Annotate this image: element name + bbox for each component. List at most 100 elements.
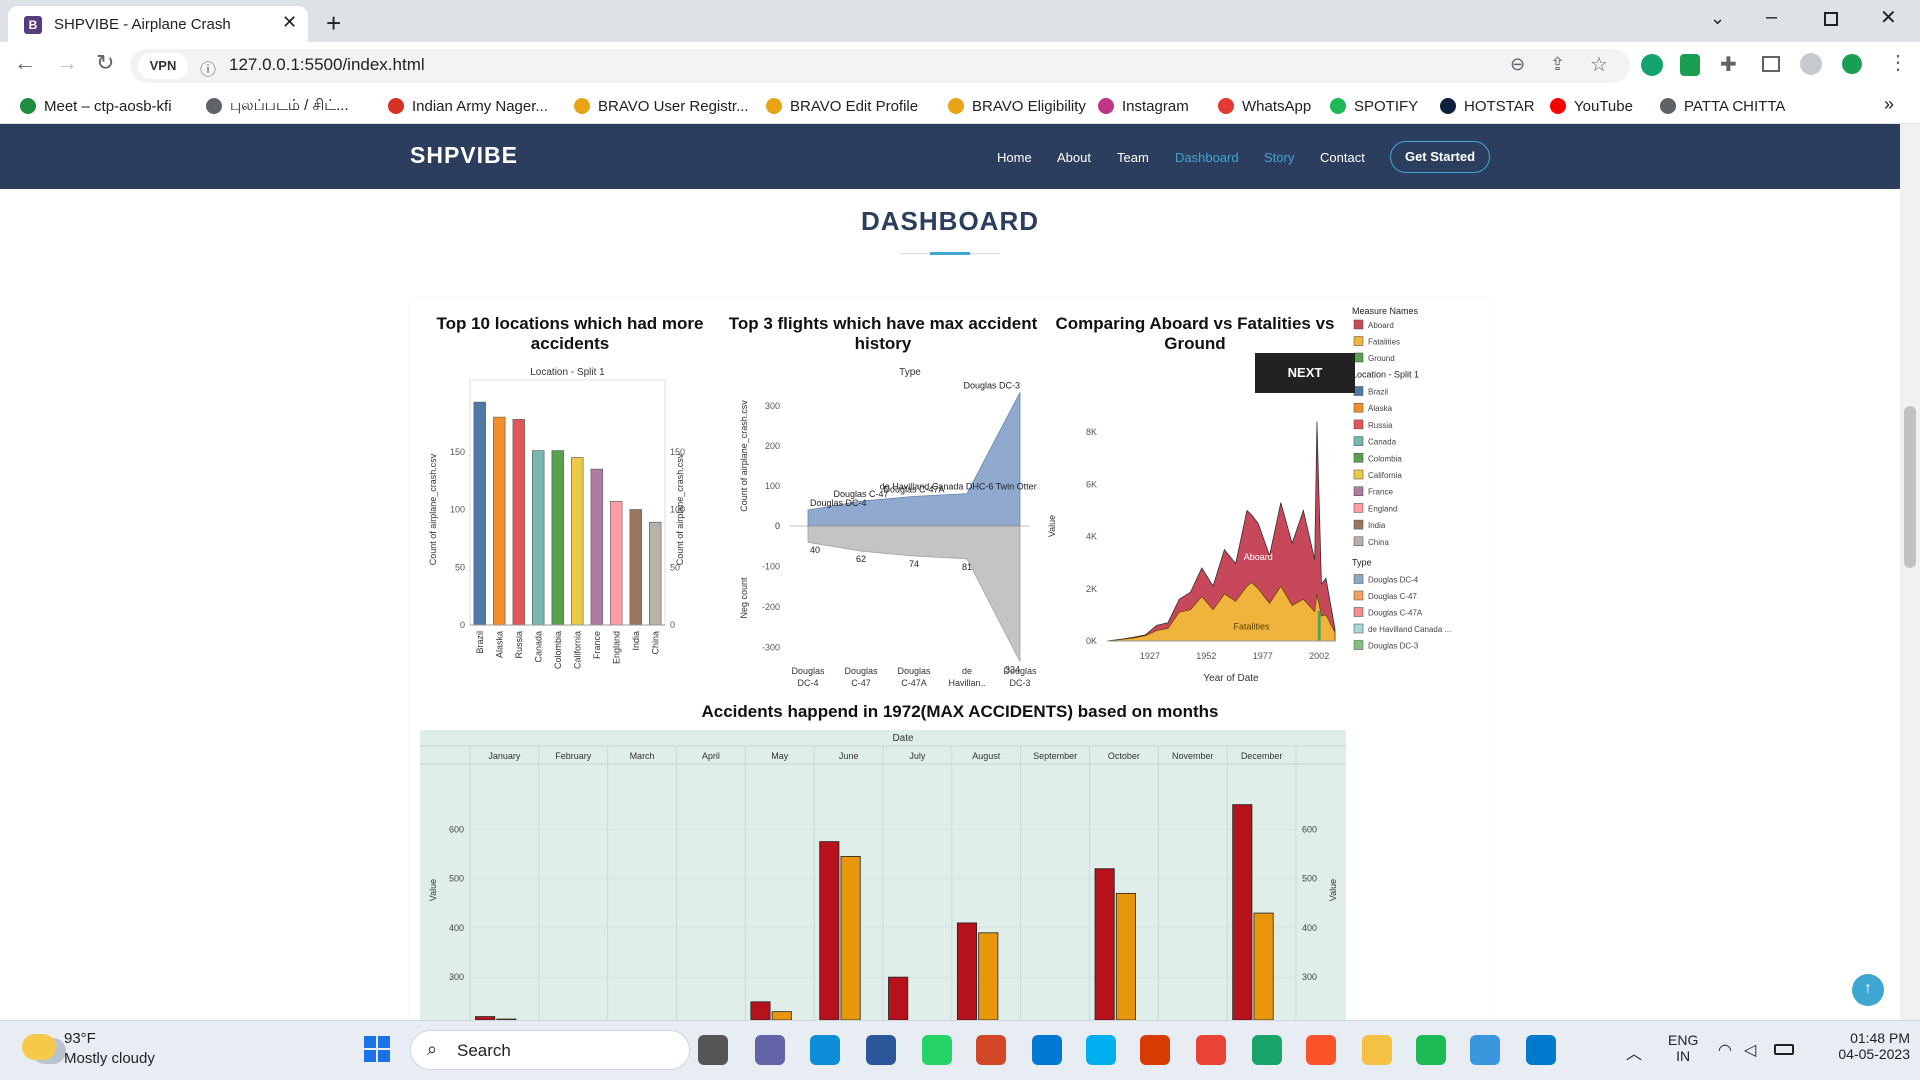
chart-1972-months[interactable]: DateValueValue00100100200200300300400400… — [420, 730, 1346, 1020]
nav-link-story[interactable]: Story — [1264, 150, 1294, 165]
wifi-icon[interactable]: ◠ — [1718, 1040, 1732, 1060]
bookmark-item[interactable]: Indian Army Nager... — [388, 96, 548, 116]
new-tab-icon[interactable]: + — [326, 8, 341, 39]
chart3-ytick-label: 6K — [1086, 479, 1097, 489]
chart1-category-label: California — [572, 631, 582, 669]
chart4-ytick-label-right: 400 — [1302, 923, 1317, 933]
legend-location-item: California — [1368, 471, 1402, 480]
chart-top-flights[interactable]: Type Count of airplane_crash.csv Neg count… — [730, 366, 1040, 686]
word-icon[interactable] — [866, 1035, 896, 1065]
nav-link-team[interactable]: Team — [1117, 150, 1149, 165]
legend-swatch — [1353, 519, 1364, 530]
legend-swatch — [1353, 640, 1364, 650]
teams-icon[interactable] — [755, 1035, 785, 1065]
tray-chevron-icon[interactable]: ︿ — [1626, 1040, 1642, 1064]
volume-icon[interactable]: ◁ — [1744, 1040, 1756, 1060]
legend-swatch — [1353, 352, 1364, 363]
extensions-puzzle-icon[interactable]: ✚ — [1720, 52, 1737, 77]
edge-icon[interactable] — [810, 1035, 840, 1065]
snipping-icon[interactable] — [1470, 1035, 1500, 1065]
bookmark-item[interactable]: SPOTIFY — [1330, 96, 1418, 116]
bookmarks-more-icon[interactable]: » — [1884, 94, 1894, 115]
bookmark-item[interactable]: YouTube — [1550, 96, 1633, 116]
window-close-icon[interactable]: ✕ — [1880, 5, 1897, 30]
battery-icon[interactable] — [1774, 1044, 1794, 1055]
back-to-top-icon[interactable]: ↑ — [1852, 974, 1884, 1006]
task-view-icon[interactable] — [698, 1035, 728, 1065]
chart2-value-label: 62 — [856, 554, 866, 564]
edge-dev-icon[interactable] — [1252, 1035, 1282, 1065]
next-button[interactable]: NEXT — [1255, 353, 1355, 393]
nav-link-about[interactable]: About — [1057, 150, 1091, 165]
chart-aboard-fatalities[interactable]: 0K 2K 4K 6K 8K Value 1927 1952 1977 2002 Year of D… — [1045, 366, 1345, 686]
reload-icon[interactable]: ↻ — [96, 50, 114, 76]
powerpoint-icon[interactable] — [976, 1035, 1006, 1065]
bookmark-item[interactable]: HOTSTAR — [1440, 96, 1535, 116]
url-text[interactable]: 127.0.0.1:5500/index.html — [229, 55, 425, 75]
bookmark-item[interactable]: BRAVO User Registr... — [574, 96, 749, 116]
bookmark-item[interactable]: Meet – ctp-aosb-kfi — [20, 96, 172, 116]
profile-avatar-icon[interactable] — [1800, 53, 1822, 75]
page-scrollbar[interactable] — [1900, 124, 1920, 1020]
vscode-icon[interactable] — [1526, 1035, 1556, 1065]
minimize-icon[interactable]: – — [1766, 6, 1777, 29]
file-explorer-icon[interactable] — [1362, 1035, 1392, 1065]
browser-tab[interactable]: B SHPVIBE - Airplane Crash ✕ — [8, 6, 308, 42]
bookmark-label: BRAVO Eligibility — [972, 97, 1086, 115]
bookmark-favicon-icon — [1660, 98, 1676, 114]
mail-icon[interactable] — [1032, 1035, 1062, 1065]
bookmark-star-icon[interactable]: ☆ — [1590, 52, 1608, 77]
nav-link-dashboard[interactable]: Dashboard — [1175, 150, 1239, 165]
bookmark-item[interactable]: புலப்படம் / சிட்... — [206, 96, 349, 116]
nav-link-contact[interactable]: Contact — [1320, 150, 1365, 165]
site-info-icon[interactable]: ⓘ — [200, 56, 216, 80]
security-check-icon[interactable] — [1842, 54, 1862, 74]
bookmark-item[interactable]: Instagram — [1098, 96, 1189, 116]
chrome-icon[interactable] — [1196, 1035, 1226, 1065]
menu-dots-icon[interactable]: ⋮ — [1888, 50, 1908, 75]
side-panel-icon[interactable] — [1762, 56, 1780, 72]
chart4-header: Date — [892, 733, 914, 744]
spotify-icon[interactable] — [1416, 1035, 1446, 1065]
tab-search-icon[interactable]: ⌄ — [1710, 8, 1725, 29]
bookmark-item[interactable]: WhatsApp — [1218, 96, 1311, 116]
bookmark-item[interactable]: BRAVO Eligibility — [948, 96, 1086, 116]
taskbar-search-input[interactable]: ⌕ Search — [410, 1030, 690, 1070]
skype-icon[interactable] — [1086, 1035, 1116, 1065]
back-icon[interactable]: ← — [14, 50, 36, 76]
forward-icon[interactable]: → — [56, 50, 78, 76]
media-player-icon[interactable] — [1140, 1035, 1170, 1065]
language-indicator[interactable]: ENG IN — [1668, 1032, 1698, 1064]
maximize-icon[interactable] — [1824, 12, 1838, 26]
chart4-bar-august — [978, 932, 999, 1020]
tab-close-icon[interactable]: ✕ — [282, 12, 297, 33]
get-started-button[interactable]: Get Started — [1390, 141, 1490, 173]
chart4-ylabel: Value — [428, 879, 438, 901]
legend-type-item: Douglas C-47A — [1368, 609, 1423, 618]
share-icon[interactable]: ⇪ — [1550, 54, 1565, 75]
legend-swatch — [1353, 503, 1364, 513]
brave-icon[interactable] — [1306, 1035, 1336, 1065]
extension-shield-icon[interactable] — [1680, 54, 1700, 76]
scrollbar-thumb[interactable] — [1904, 406, 1916, 568]
chart-top-locations[interactable]: Location - Split 1 Count of airplane_cras… — [420, 366, 690, 686]
vpn-badge[interactable]: VPN — [138, 53, 188, 79]
zoom-icon[interactable]: ⊖ — [1510, 54, 1525, 75]
windows-start-icon[interactable] — [364, 1036, 390, 1062]
nav-link-home[interactable]: Home — [997, 150, 1032, 165]
weather-desc[interactable]: Mostly cloudy — [64, 1050, 155, 1067]
whatsapp-icon[interactable] — [922, 1035, 952, 1065]
bookmark-item[interactable]: BRAVO Edit Profile — [766, 96, 918, 116]
legend-swatch — [1353, 536, 1364, 547]
bookmark-item[interactable]: PATTA CHITTA — [1660, 96, 1785, 116]
bookmark-favicon-icon — [20, 98, 36, 114]
bookmark-label: HOTSTAR — [1464, 97, 1535, 115]
chart1-bar-brazil — [473, 401, 486, 626]
clock[interactable]: 01:48 PM 04-05-2023 — [1826, 1030, 1910, 1062]
site-brand[interactable]: SHPVIBE — [410, 142, 518, 169]
weather-icon[interactable] — [22, 1034, 56, 1060]
weather-temp[interactable]: 93°F — [64, 1030, 96, 1047]
chart2-value-label: 81 — [962, 562, 972, 572]
extension-a-icon[interactable] — [1641, 54, 1663, 76]
chart1-category-label: England — [611, 631, 621, 664]
